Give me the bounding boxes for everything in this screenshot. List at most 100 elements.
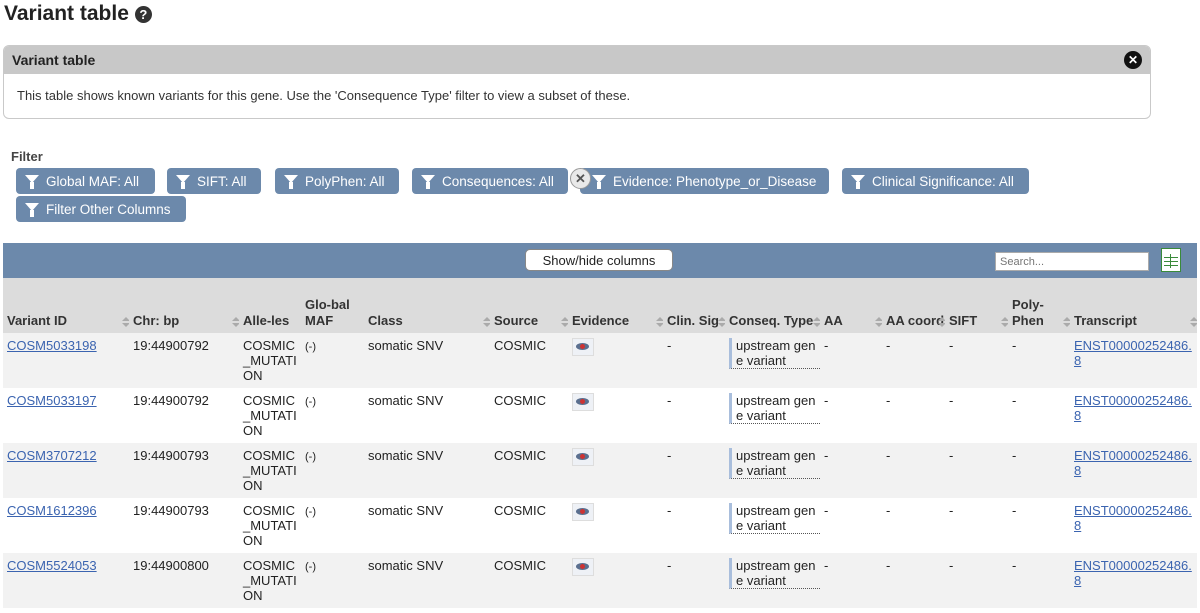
source-cell: COSMIC — [490, 333, 568, 388]
global-maf-cell: (-) — [305, 396, 316, 408]
aa-cell: - — [820, 333, 882, 388]
variant-table-container: Show/hide columns Variant ID Chr: bp All… — [3, 243, 1197, 613]
transcript-link[interactable]: ENST00000252486.8 — [1074, 338, 1192, 368]
evidence-eye-icon[interactable] — [572, 558, 594, 576]
variant-id-link[interactable]: COSM5033197 — [7, 393, 97, 408]
variant-id-link[interactable]: COSM1612396 — [7, 503, 97, 518]
chr-bp-cell: 19:44900793 — [129, 498, 239, 553]
column-header-variant-id[interactable]: Variant ID — [3, 278, 130, 333]
table-header-row: Variant ID Chr: bp Alle-les Glo-bal MAF … — [3, 278, 1197, 333]
filter-clinical-significance-button[interactable]: Clinical Significance: All — [842, 168, 1029, 194]
column-header-polyphen[interactable]: Poly-Phen — [1008, 278, 1071, 333]
transcript-link[interactable]: ENST00000252486.8 — [1074, 448, 1192, 478]
column-header-aa[interactable]: AA — [820, 278, 883, 333]
clear-evidence-filter-icon[interactable]: ✕ — [570, 168, 591, 189]
column-header-conseq-type[interactable]: Conseq. Type — [725, 278, 821, 333]
polyphen-cell: - — [1008, 388, 1070, 443]
filter-sift-button[interactable]: SIFT: All — [167, 168, 261, 194]
column-header-source[interactable]: Source — [490, 278, 569, 333]
consequence-type-label: upstream gene variant — [729, 338, 820, 369]
variant-id-link[interactable]: COSM3707212 — [7, 448, 97, 463]
close-icon[interactable]: ✕ — [1124, 51, 1142, 69]
polyphen-cell: - — [1008, 443, 1070, 498]
global-maf-cell: (-) — [305, 451, 316, 463]
filter-label: Filter — [11, 149, 43, 164]
aa-cell: - — [820, 498, 882, 553]
table-row: COSM5033197 19:44900792 COSMIC_MUTATION … — [3, 388, 1197, 443]
column-header-chr-bp[interactable]: Chr: bp — [129, 278, 240, 333]
info-panel-description: This table shows known variants for this… — [17, 88, 631, 103]
aa-coord-cell: - — [882, 443, 945, 498]
filter-consequences-button[interactable]: Consequences: All — [412, 168, 568, 194]
transcript-link[interactable]: ENST00000252486.8 — [1074, 503, 1192, 533]
funnel-icon — [421, 175, 435, 189]
class-cell: somatic SNV — [364, 498, 490, 553]
page-title-text: Variant table — [4, 2, 129, 25]
consequence-type-label: upstream gene variant — [729, 503, 820, 534]
sift-cell: - — [945, 388, 1008, 443]
column-header-evidence[interactable]: Evidence — [568, 278, 664, 333]
column-header-sift[interactable]: SIFT — [945, 278, 1009, 333]
aa-cell: - — [820, 443, 882, 498]
transcript-link[interactable]: ENST00000252486.8 — [1074, 558, 1192, 588]
funnel-icon — [851, 175, 865, 189]
help-icon[interactable]: ? — [134, 5, 152, 23]
global-maf-cell: (-) — [305, 561, 316, 573]
clin-sig-cell: - — [663, 388, 725, 443]
alleles-cell: COSMIC_MUTATION — [239, 388, 301, 443]
export-spreadsheet-icon[interactable] — [1161, 248, 1181, 272]
show-hide-columns-button[interactable]: Show/hide columns — [525, 249, 673, 271]
filter-global-maf-button[interactable]: Global MAF: All — [16, 168, 155, 194]
alleles-cell: COSMIC_MUTATION — [239, 443, 301, 498]
column-header-aa-coord[interactable]: AA coord — [882, 278, 946, 333]
clin-sig-cell: - — [663, 333, 725, 388]
filter-polyphen-button[interactable]: PolyPhen: All — [275, 168, 399, 194]
search-input[interactable] — [995, 252, 1149, 271]
sift-cell: - — [945, 333, 1008, 388]
consequence-type-label: upstream gene variant — [729, 393, 820, 424]
clin-sig-cell: - — [663, 553, 725, 608]
filter-other-columns-button[interactable]: Filter Other Columns — [16, 196, 186, 222]
variant-id-link[interactable]: COSM5524053 — [7, 558, 97, 573]
evidence-eye-icon[interactable] — [572, 503, 594, 521]
source-cell: COSMIC — [490, 553, 568, 608]
chr-bp-cell: 19:44900793 — [129, 443, 239, 498]
source-cell: COSMIC — [490, 388, 568, 443]
class-cell: somatic SNV — [364, 333, 490, 388]
table-row: COSM1612396 19:44900793 COSMIC_MUTATION … — [3, 498, 1197, 553]
variant-id-link[interactable]: COSM5033198 — [7, 338, 97, 353]
consequence-type-label: upstream gene variant — [729, 448, 820, 479]
global-maf-cell: (-) — [305, 341, 316, 353]
info-panel-title: Variant table — [12, 52, 96, 68]
transcript-link[interactable]: ENST00000252486.8 — [1074, 393, 1192, 423]
aa-coord-cell: - — [882, 333, 945, 388]
polyphen-cell: - — [1008, 498, 1070, 553]
column-header-global-maf[interactable]: Glo-bal MAF — [301, 278, 364, 333]
alleles-cell: COSMIC_MUTATION — [239, 498, 301, 553]
class-cell: somatic SNV — [364, 388, 490, 443]
polyphen-cell: - — [1008, 553, 1070, 608]
evidence-eye-icon[interactable] — [572, 338, 594, 356]
funnel-icon — [25, 203, 39, 217]
evidence-eye-icon[interactable] — [572, 393, 594, 411]
source-cell: COSMIC — [490, 498, 568, 553]
column-header-clin-sig[interactable]: Clin. Sig. — [663, 278, 726, 333]
source-cell: COSMIC — [490, 443, 568, 498]
variant-table: Variant ID Chr: bp Alle-les Glo-bal MAF … — [3, 278, 1197, 608]
class-cell: somatic SNV — [364, 553, 490, 608]
chr-bp-cell: 19:44900792 — [129, 388, 239, 443]
filter-evidence-button[interactable]: Evidence: Phenotype_or_Disease — [580, 168, 829, 194]
sift-cell: - — [945, 553, 1008, 608]
table-row: COSM5524053 19:44900800 COSMIC_MUTATION … — [3, 553, 1197, 608]
table-row: COSM5033198 19:44900792 COSMIC_MUTATION … — [3, 333, 1197, 388]
aa-cell: - — [820, 388, 882, 443]
consequence-type-label: upstream gene variant — [729, 558, 820, 589]
polyphen-cell: - — [1008, 333, 1070, 388]
column-header-transcript[interactable]: Transcript — [1070, 278, 1197, 333]
evidence-eye-icon[interactable] — [572, 448, 594, 466]
column-header-class[interactable]: Class — [364, 278, 491, 333]
funnel-icon — [592, 175, 606, 189]
column-header-alleles[interactable]: Alle-les — [239, 278, 301, 333]
class-cell: somatic SNV — [364, 443, 490, 498]
aa-coord-cell: - — [882, 498, 945, 553]
